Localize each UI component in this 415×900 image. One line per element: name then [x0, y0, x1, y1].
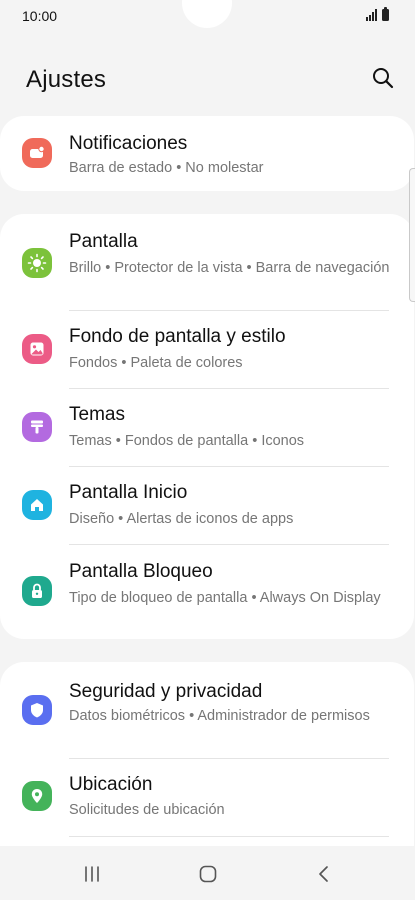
home-icon: [22, 490, 52, 520]
scroll-handle[interactable]: [409, 168, 415, 302]
image-icon: [22, 334, 52, 364]
settings-item-title: Seguridad y privacidad: [69, 681, 263, 702]
settings-item-pantalla[interactable]: Pantalla Brillo • Protector de la vista …: [0, 214, 414, 310]
status-icons: [366, 7, 389, 21]
location-pin-icon: [22, 781, 52, 811]
settings-item-seguridad[interactable]: Seguridad y privacidad Datos biométricos…: [0, 662, 414, 758]
settings-item-subtitle: Solicitudes de ubicación: [69, 802, 225, 818]
settings-item-title: Fondo de pantalla y estilo: [69, 326, 286, 347]
settings-item-subtitle: Diseño • Alertas de iconos de apps: [69, 511, 294, 527]
settings-item-notificaciones[interactable]: Notificaciones Barra de estado • No mole…: [0, 116, 414, 191]
home-button[interactable]: [188, 858, 228, 890]
settings-item-title: Pantalla Bloqueo: [69, 561, 213, 582]
settings-item-pantalla-inicio[interactable]: Pantalla Inicio Diseño • Alertas de icon…: [0, 467, 414, 544]
divider: [69, 836, 389, 837]
settings-item-subtitle: Fondos • Paleta de colores: [69, 355, 243, 371]
battery-icon: [382, 7, 389, 21]
camera-notch: [182, 0, 232, 28]
back-icon: [319, 866, 328, 882]
settings-item-subtitle: Tipo de bloqueo de pantalla • Always On …: [69, 590, 381, 606]
signal-icon: [366, 9, 377, 21]
status-time: 10:00: [22, 8, 58, 24]
recent-apps-icon: [85, 866, 99, 882]
page-title: Ajustes: [26, 66, 107, 93]
settings-item-title: Pantalla Inicio: [69, 482, 188, 503]
settings-item-title: Ubicación: [69, 774, 153, 795]
settings-group-display: Pantalla Brillo • Protector de la vista …: [0, 214, 414, 639]
settings-item-title: Notificaciones: [69, 133, 188, 154]
search-button[interactable]: [369, 64, 397, 92]
settings-item-temas[interactable]: Temas Temas • Fondos de pantalla • Icono…: [0, 389, 414, 466]
sun-icon: [22, 248, 52, 278]
shield-icon: [22, 695, 52, 725]
search-icon: [373, 68, 394, 89]
settings-item-fondo-de-pantalla[interactable]: Fondo de pantalla y estilo Fondos • Pale…: [0, 311, 414, 388]
settings-item-pantalla-bloqueo[interactable]: Pantalla Bloqueo Tipo de bloqueo de pant…: [0, 545, 414, 639]
settings-group-security: Seguridad y privacidad Datos biométricos…: [0, 662, 414, 846]
back-button[interactable]: [304, 858, 344, 890]
settings-group-notifications: Notificaciones Barra de estado • No mole…: [0, 116, 414, 191]
settings-item-ubicacion[interactable]: Ubicación Solicitudes de ubicación: [0, 759, 414, 836]
navigation-bar: [0, 846, 415, 900]
lock-icon: [22, 576, 52, 606]
notification-icon: [22, 138, 52, 168]
settings-item-title: Pantalla: [69, 231, 138, 252]
settings-item-subtitle: Barra de estado • No molestar: [69, 160, 264, 176]
settings-item-subtitle: Brillo • Protector de la vista • Barra d…: [69, 260, 390, 276]
home-nav-icon: [199, 865, 217, 883]
settings-item-subtitle: Temas • Fondos de pantalla • Iconos: [69, 433, 305, 449]
status-bar: 10:00: [0, 0, 415, 34]
settings-item-subtitle: Datos biométricos • Administrador de per…: [69, 708, 370, 724]
brush-icon: [22, 412, 52, 442]
recent-apps-button[interactable]: [72, 858, 112, 890]
settings-item-title: Temas: [69, 404, 125, 425]
